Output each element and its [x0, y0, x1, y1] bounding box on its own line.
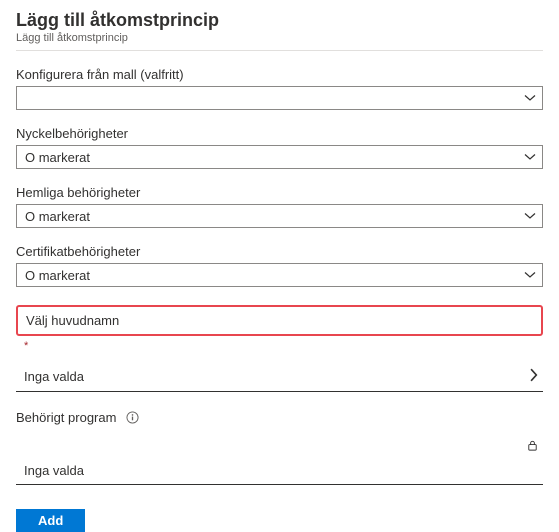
key-permissions-label: Nyckelbehörigheter	[16, 126, 543, 141]
authorized-application-label-row: Behörigt program	[16, 410, 543, 425]
field-template: Konfigurera från mall (valfritt)	[16, 67, 543, 110]
select-principal-label: Välj huvudnamn	[26, 313, 533, 328]
certificate-permissions-label: Certifikatbehörigheter	[16, 244, 543, 259]
secret-permissions-label: Hemliga behörigheter	[16, 185, 543, 200]
chevron-down-icon	[518, 269, 542, 281]
certificate-permissions-select[interactable]: O markerat	[16, 263, 543, 287]
required-indicator: *	[16, 340, 543, 352]
field-key-permissions: Nyckelbehörigheter O markerat	[16, 126, 543, 169]
lock-icon	[526, 439, 539, 455]
template-select[interactable]	[16, 86, 543, 110]
select-application-link[interactable]: Inga valda	[16, 457, 543, 485]
secret-permissions-select[interactable]: O markerat	[16, 204, 543, 228]
template-label: Konfigurera från mall (valfritt)	[16, 67, 543, 82]
authorized-application-label: Behörigt program	[16, 410, 116, 425]
info-icon[interactable]	[126, 411, 139, 424]
divider	[16, 50, 543, 51]
key-permissions-select[interactable]: O markerat	[16, 145, 543, 169]
chevron-down-icon	[518, 210, 542, 222]
certificate-permissions-value: O markerat	[17, 268, 518, 283]
field-secret-permissions: Hemliga behörigheter O markerat	[16, 185, 543, 228]
select-principal-link[interactable]: Inga valda	[16, 362, 543, 392]
key-permissions-value: O markerat	[17, 150, 518, 165]
chevron-down-icon	[518, 151, 542, 163]
panel-subtitle: Lägg till åtkomstprincip	[16, 32, 543, 44]
secret-permissions-value: O markerat	[17, 209, 518, 224]
application-none-selected: Inga valda	[24, 463, 84, 478]
lock-row	[16, 435, 543, 457]
field-certificate-permissions: Certifikatbehörigheter O markerat	[16, 244, 543, 287]
panel-title: Lägg till åtkomstprincip	[16, 10, 543, 31]
principal-none-selected: Inga valda	[24, 369, 84, 384]
select-principal-section: Välj huvudnamn	[16, 305, 543, 336]
chevron-down-icon	[518, 92, 542, 104]
chevron-right-icon	[527, 368, 541, 385]
panel-header: Lägg till åtkomstprincip Lägg till åtkom…	[16, 10, 543, 44]
